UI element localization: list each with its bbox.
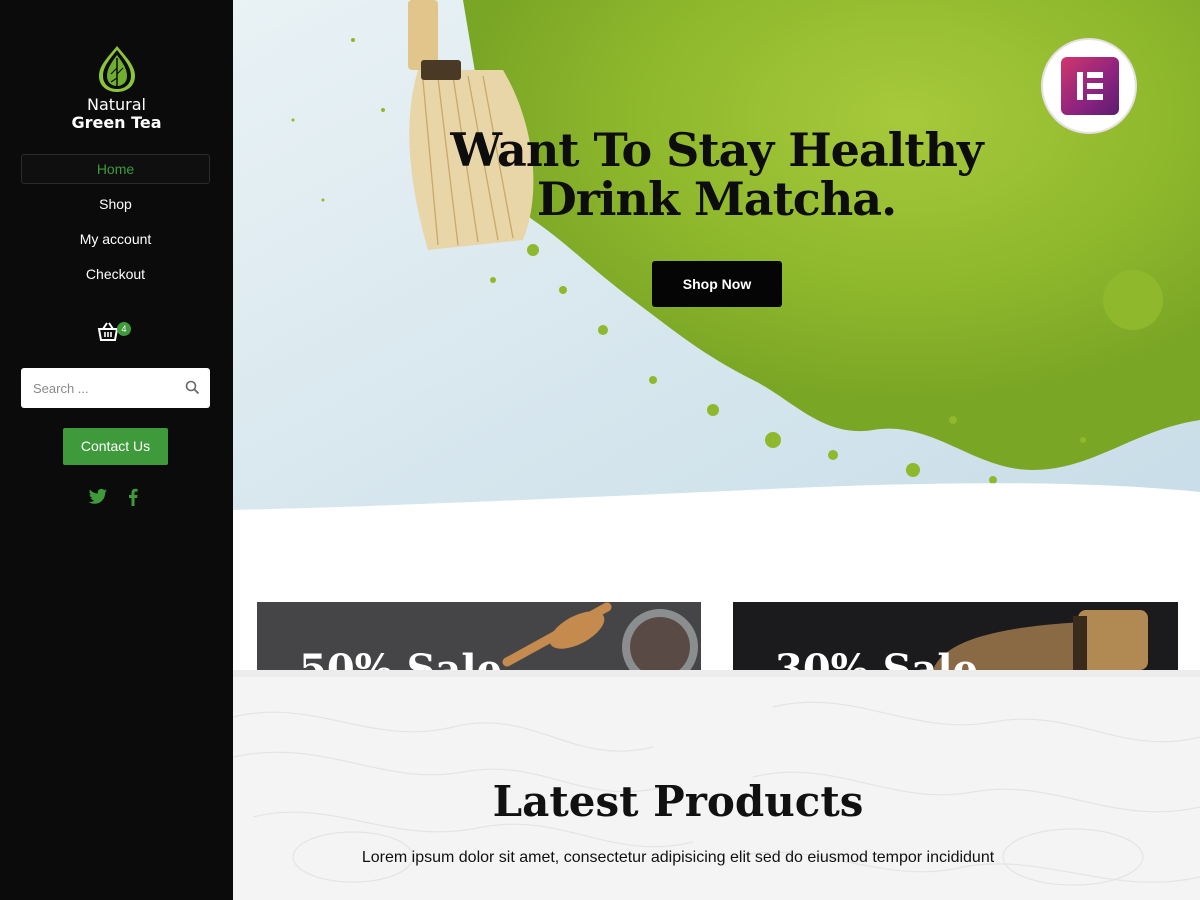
social-links — [86, 488, 146, 512]
latest-products-title: Latest Products — [492, 777, 864, 826]
basket-icon — [97, 322, 119, 341]
hero-title: Want To Stay Healthy Drink Matcha. — [233, 126, 1200, 224]
nav-item-my-account[interactable]: My account — [21, 224, 210, 254]
main-nav: Home Shop My account Checkout — [21, 154, 210, 294]
latest-products-section: Latest Products Lorem ipsum dolor sit am… — [233, 670, 1200, 900]
cart-count-badge: 4 — [117, 322, 131, 336]
search-input[interactable] — [21, 368, 176, 408]
leaf-logo-icon — [98, 46, 135, 92]
search-box — [21, 368, 210, 408]
elementor-badge[interactable] — [1041, 38, 1137, 134]
sale-banner-left[interactable]: 50% Sale — [257, 602, 701, 670]
nav-item-home[interactable]: Home — [21, 154, 210, 184]
sale-banner-left-text: 50% Sale — [299, 646, 503, 670]
nav-item-shop[interactable]: Shop — [21, 189, 210, 219]
sale-banner-right-text: 30% Sale — [775, 646, 979, 670]
site-logo[interactable]: Natural Green Tea — [0, 44, 233, 132]
twitter-icon[interactable] — [88, 488, 108, 511]
sale-banner-right[interactable]: 30% Sale — [733, 602, 1178, 670]
sidebar: Natural Green Tea Home Shop My account C… — [0, 0, 233, 900]
latest-products-description: Lorem ipsum dolor sit amet, consectetur … — [361, 849, 995, 866]
logo-text-green-tea: Green Tea — [71, 113, 162, 132]
cart-button[interactable]: 4 — [97, 320, 137, 344]
hero-banner: Want To Stay Healthy Drink Matcha. Shop … — [233, 0, 1200, 520]
shop-now-button[interactable]: Shop Now — [652, 261, 782, 307]
hero-title-line-1: Want To Stay Healthy — [450, 123, 983, 177]
nav-item-checkout[interactable]: Checkout — [21, 259, 210, 289]
facebook-icon[interactable] — [128, 488, 138, 511]
hero-title-line-2: Drink Matcha. — [536, 172, 897, 226]
logo-text-natural: Natural — [86, 95, 146, 114]
search-icon[interactable] — [185, 380, 200, 395]
sale-banners: 50% Sale 30% Sale — [233, 520, 1200, 670]
contact-us-button[interactable]: Contact Us — [63, 428, 168, 465]
elementor-icon — [1061, 57, 1119, 115]
